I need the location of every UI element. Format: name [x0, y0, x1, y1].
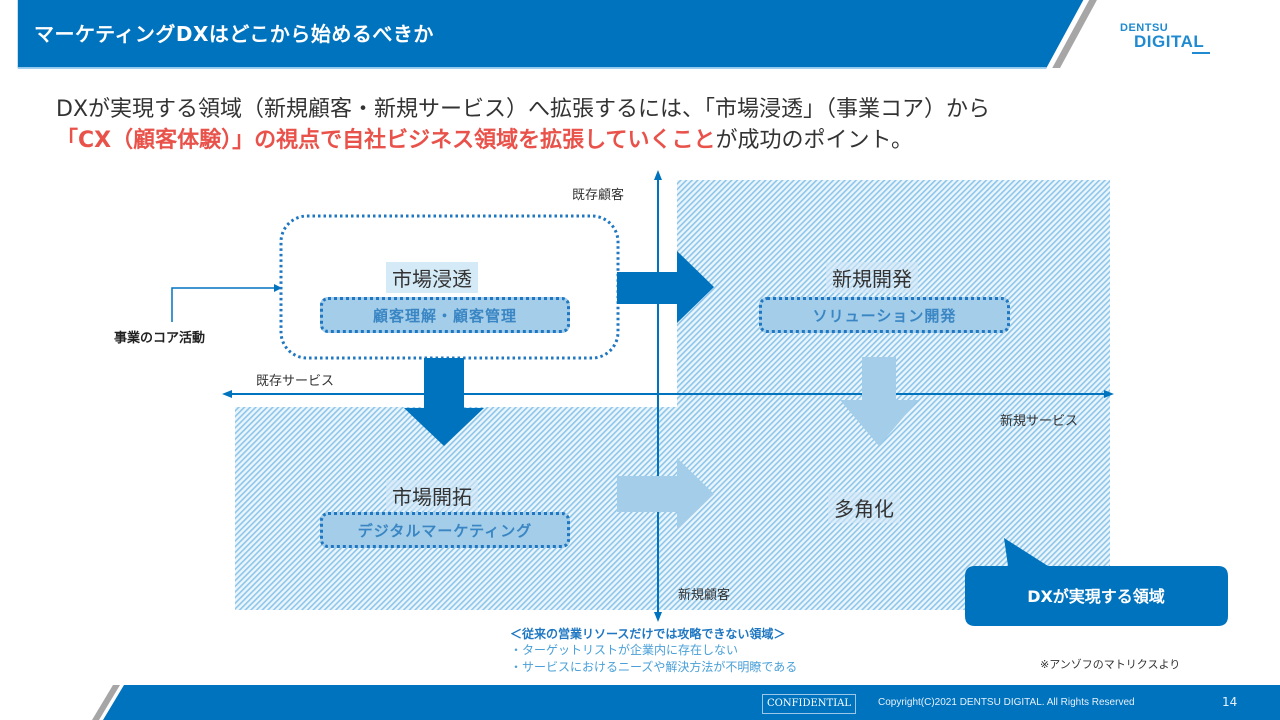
copyright-text: Copyright(C)2021 DENTSU DIGITAL. All Rig…: [878, 697, 1135, 708]
source-note: ※アンゾフのマトリクスより: [1040, 658, 1181, 671]
axis-label-existing-customers: 既存顧客: [572, 188, 625, 203]
quadrant-title-new-development: 新規開発: [826, 262, 918, 293]
axis-label-existing-services: 既存サービス: [256, 374, 335, 389]
vertical-axis-arrow-bottom: [654, 612, 662, 622]
pill-customer-understanding: 顧客理解・顧客管理: [320, 297, 570, 333]
notes-item: ・ターゲットリストが企業内に存在しない: [510, 643, 739, 657]
confidential-badge: CONFIDENTIAL: [762, 694, 857, 714]
vertical-axis-arrow-top: [654, 170, 662, 180]
pill-digital-marketing: デジタルマーケティング: [320, 512, 570, 548]
callout-dx-area: DXが実現する領域: [1027, 587, 1165, 606]
notes-item: ・サービスにおけるニーズや解決方法が不明瞭である: [510, 660, 798, 674]
pill-solution-development: ソリューション開発: [759, 297, 1010, 333]
axis-label-new-services: 新規サービス: [1000, 414, 1079, 429]
core-activity-connector: [171, 287, 276, 322]
quadrant-title-market-development: 市場開拓: [386, 480, 478, 511]
core-activity-label: 事業のコア活動: [114, 331, 206, 346]
axis-label-new-customers: 新規顧客: [678, 588, 731, 603]
page-number: 14: [1222, 695, 1238, 709]
horizontal-axis-arrow-left: [222, 390, 232, 398]
quadrant-title-diversification: 多角化: [828, 492, 900, 523]
notes-title: ＜従来の営業リソースだけでは攻略できない領域＞: [510, 627, 786, 641]
notes-list: ・ターゲットリストが企業内に存在しない ・サービスにおけるニーズや解決方法が不明…: [510, 641, 797, 675]
quadrant-title-market-penetration: 市場浸透: [386, 262, 478, 293]
